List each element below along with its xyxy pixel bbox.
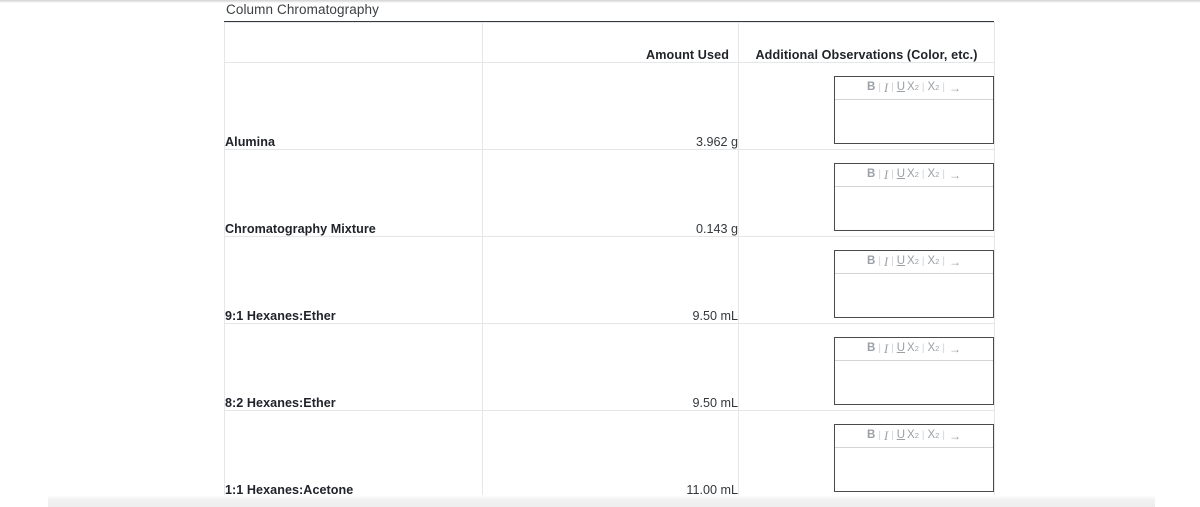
rich-text-editor[interactable]: B | I | U X2 | X2 | → <box>834 337 994 405</box>
arrow-right-icon[interactable]: → <box>947 169 962 181</box>
window-bottom-edge <box>48 495 1155 507</box>
toolbar-separator: | <box>942 343 945 354</box>
subscript-icon[interactable]: X2 <box>906 430 920 442</box>
toolbar-separator: | <box>942 256 945 267</box>
column-header-material <box>224 22 483 63</box>
underline-icon[interactable]: U <box>896 256 906 268</box>
column-header-amount-used: Amount Used <box>482 22 739 63</box>
underline-icon[interactable]: U <box>896 82 906 94</box>
underline-icon[interactable]: U <box>896 430 906 442</box>
editor-text-area[interactable] <box>835 100 993 143</box>
superscript-icon[interactable]: X2 <box>927 169 941 181</box>
rich-text-editor[interactable]: B | I | U X2 | X2 | → <box>834 76 994 144</box>
editor-text-area[interactable] <box>835 361 993 404</box>
rich-text-editor[interactable]: B | I | U X2 | X2 | → <box>834 163 994 231</box>
toolbar-separator: | <box>921 430 925 441</box>
row-amount-chromatography-mixture: 0.143 g <box>482 149 739 237</box>
toolbar-separator: | <box>921 256 925 267</box>
toolbar-separator: | <box>891 169 894 180</box>
bold-icon[interactable]: B <box>866 169 876 181</box>
bold-icon[interactable]: B <box>866 256 876 268</box>
editor-text-area[interactable] <box>835 448 993 491</box>
row-label-1-1-hexanes-acetone: 1:1 Hexanes:Acetone <box>224 410 483 498</box>
chromatography-table: Amount Used Additional Observations (Col… <box>224 22 995 498</box>
rich-text-editor[interactable]: B | I | U X2 | X2 | → <box>834 250 994 318</box>
superscript-icon[interactable]: X2 <box>927 82 941 94</box>
row-observations-1-1-hexanes-acetone: B | I | U X2 | X2 | → <box>738 410 995 498</box>
row-amount-9-1-hexanes-ether: 9.50 mL <box>482 236 739 324</box>
toolbar-separator: | <box>891 343 894 354</box>
row-observations-chromatography-mixture: B | I | U X2 | X2 | → <box>738 149 995 237</box>
toolbar-separator: | <box>891 256 894 267</box>
bold-icon[interactable]: B <box>866 430 876 442</box>
toolbar-separator: | <box>942 82 945 93</box>
toolbar-separator: | <box>878 343 881 354</box>
row-amount-8-2-hexanes-ether: 9.50 mL <box>482 323 739 411</box>
underline-icon[interactable]: U <box>896 343 906 355</box>
row-observations-9-1-hexanes-ether: B | I | U X2 | X2 | → <box>738 236 995 324</box>
editor-toolbar: B | I | U X2 | X2 | → <box>835 164 993 187</box>
bold-icon[interactable]: B <box>866 343 876 355</box>
editor-toolbar: B | I | U X2 | X2 | → <box>835 251 993 274</box>
row-amount-1-1-hexanes-acetone: 11.00 mL <box>482 410 739 498</box>
table-row: 1:1 Hexanes:Acetone 11.00 mL B | I | U X… <box>224 410 995 498</box>
toolbar-separator: | <box>878 169 881 180</box>
toolbar-separator: | <box>891 430 894 441</box>
page-title: Column Chromatography <box>226 2 379 17</box>
editor-text-area[interactable] <box>835 274 993 317</box>
superscript-icon[interactable]: X2 <box>927 256 941 268</box>
row-label-alumina: Alumina <box>224 62 483 150</box>
column-header-additional-observations: Additional Observations (Color, etc.) <box>738 22 995 63</box>
subscript-icon[interactable]: X2 <box>906 82 920 94</box>
subscript-icon[interactable]: X2 <box>906 343 920 355</box>
underline-icon[interactable]: U <box>896 169 906 181</box>
table-row: Chromatography Mixture 0.143 g B | I | U… <box>224 149 995 237</box>
toolbar-separator: | <box>942 169 945 180</box>
row-label-9-1-hexanes-ether: 9:1 Hexanes:Ether <box>224 236 483 324</box>
toolbar-separator: | <box>878 430 881 441</box>
editor-toolbar: B | I | U X2 | X2 | → <box>835 338 993 361</box>
toolbar-separator: | <box>921 343 925 354</box>
editor-text-area[interactable] <box>835 187 993 230</box>
content-area: Column Chromatography Amount Used Additi… <box>224 0 995 498</box>
page-root: Column Chromatography Amount Used Additi… <box>0 0 1200 507</box>
arrow-right-icon[interactable]: → <box>947 256 962 268</box>
table-row: 9:1 Hexanes:Ether 9.50 mL B | I | U X2 |… <box>224 236 995 324</box>
arrow-right-icon[interactable]: → <box>947 82 962 94</box>
subscript-icon[interactable]: X2 <box>906 256 920 268</box>
toolbar-separator: | <box>921 82 925 93</box>
row-observations-8-2-hexanes-ether: B | I | U X2 | X2 | → <box>738 323 995 411</box>
table-row: 8:2 Hexanes:Ether 9.50 mL B | I | U X2 |… <box>224 323 995 411</box>
toolbar-separator: | <box>942 430 945 441</box>
bold-icon[interactable]: B <box>866 82 876 94</box>
table-body: Alumina 3.962 g B | I | U X2 | X 2 | → C… <box>224 62 995 498</box>
superscript-icon[interactable]: X2 <box>927 343 941 355</box>
row-label-chromatography-mixture: Chromatography Mixture <box>224 149 483 237</box>
toolbar-separator: | <box>921 169 925 180</box>
row-observations-alumina: B | I | U X2 | X2 | → <box>738 62 995 150</box>
row-amount-alumina: 3.962 g <box>482 62 739 150</box>
table-header: Amount Used Additional Observations (Col… <box>224 22 995 63</box>
arrow-right-icon[interactable]: → <box>947 430 962 442</box>
rich-text-editor[interactable]: B | I | U X2 | X2 | → <box>834 424 994 492</box>
superscript-icon[interactable]: X2 <box>927 430 941 442</box>
toolbar-separator: | <box>878 256 881 267</box>
editor-toolbar: B | I | U X2 | X2 | → <box>835 77 993 100</box>
toolbar-separator: | <box>878 82 881 93</box>
row-label-8-2-hexanes-ether: 8:2 Hexanes:Ether <box>224 323 483 411</box>
editor-toolbar: B | I | U X2 | X2 | → <box>835 425 993 448</box>
toolbar-separator: | <box>891 82 894 93</box>
table-header-row: Amount Used Additional Observations (Col… <box>224 22 995 63</box>
table-row: Alumina 3.962 g B | I | U X2 | X 2 | → <box>224 62 995 150</box>
arrow-right-icon[interactable]: → <box>947 343 962 355</box>
subscript-icon[interactable]: X2 <box>906 169 920 181</box>
